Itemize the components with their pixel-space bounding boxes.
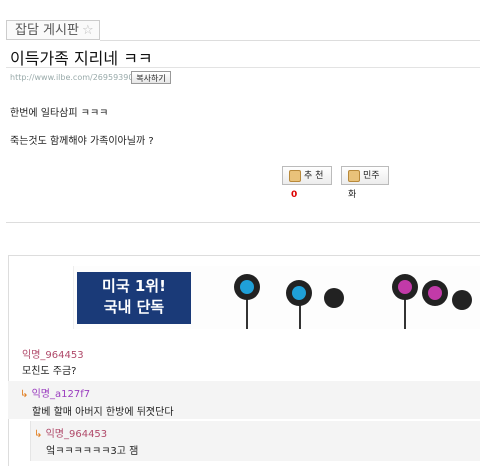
comment-text: 모친도 주금? (22, 366, 77, 377)
favorite-star-icon[interactable]: ☆ (82, 23, 94, 38)
downvote-button[interactable]: 민주화 (341, 166, 389, 200)
divider (100, 40, 480, 41)
ad-subline: 국내 단독 (103, 298, 165, 316)
upvote-count: 0 (291, 190, 298, 200)
divider (6, 67, 480, 68)
earphone-tip-icon (324, 288, 344, 308)
comment-text: 엌ㅋㅋㅋㅋㅋㅋ3고 잼 (46, 446, 139, 457)
reply-author-name[interactable]: 익명_964453 (46, 429, 108, 440)
upvote-label: 추 천 (304, 171, 324, 181)
earphone-icon (234, 274, 260, 300)
earphone-icon (286, 280, 312, 306)
post-url: http://www.ilbe.com/2695939060 (10, 73, 144, 82)
thumbs-down-icon (348, 169, 360, 182)
earphone-cord (246, 296, 248, 329)
reply-arrow-icon: ↳ (34, 429, 43, 440)
top-user-strip (0, 0, 480, 6)
comment-author[interactable]: 익명_964453 (22, 346, 84, 361)
ad-banner[interactable]: 미국 1위! 국내 단독 (73, 266, 480, 329)
upvote-button[interactable]: 추 천 0 (282, 166, 332, 200)
post-title: 이득가족 지리네 ㅋㅋ (10, 49, 153, 68)
post-body-line: 죽는것도 함께해야 가족이아닐까 ? (10, 136, 154, 147)
ad-text: 미국 1위! 국내 단독 (77, 272, 191, 324)
earphone-cord (404, 296, 406, 329)
reply-arrow-icon: ↳ (20, 389, 29, 400)
copy-url-button[interactable]: 복사하기 (131, 71, 171, 84)
reply-author-name[interactable]: 익명_a127f7 (32, 389, 91, 400)
board-name: 잡담 게시판 (15, 23, 79, 38)
comment-author[interactable]: ↳ 익명_a127f7 (20, 385, 90, 400)
earphone-tip-icon (452, 290, 472, 310)
post-body-line: 한번에 일타삼피 ㅋㅋㅋ (10, 108, 109, 119)
ad-headline: 미국 1위! (102, 277, 166, 295)
earphone-icon (392, 274, 418, 300)
divider (6, 222, 480, 223)
thumbs-up-icon (289, 169, 301, 182)
comment-text: 할베 할매 아버지 한방에 뒤졋단다 (32, 407, 174, 418)
comment-author[interactable]: ↳ 익명_964453 (34, 425, 107, 440)
earphone-icon (422, 280, 448, 306)
board-title[interactable]: 잡담 게시판 ☆ (6, 20, 100, 40)
